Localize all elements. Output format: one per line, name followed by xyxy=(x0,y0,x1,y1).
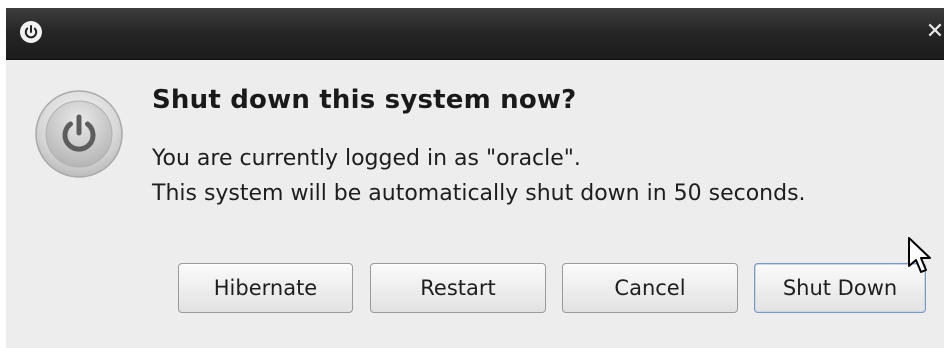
power-icon xyxy=(20,21,42,43)
close-icon[interactable]: ✕ xyxy=(922,18,944,46)
title-bar[interactable]: ✕ xyxy=(6,8,944,60)
mouse-pointer-icon xyxy=(906,236,936,280)
shutdown-dialog-window: ✕ Shut down this system now? You are cur… xyxy=(6,8,944,348)
restart-button[interactable]: Restart xyxy=(370,263,546,313)
power-button-icon xyxy=(34,89,124,179)
countdown-message: This system will be automatically shut d… xyxy=(152,181,806,206)
shut-down-button[interactable]: Shut Down xyxy=(754,263,926,313)
hibernate-button[interactable]: Hibernate xyxy=(178,263,353,313)
cancel-button[interactable]: Cancel xyxy=(562,263,738,313)
dialog-body: Shut down this system now? You are curre… xyxy=(6,60,944,348)
logged-in-message: You are currently logged in as "oracle". xyxy=(152,146,581,171)
dialog-heading: Shut down this system now? xyxy=(152,85,577,115)
